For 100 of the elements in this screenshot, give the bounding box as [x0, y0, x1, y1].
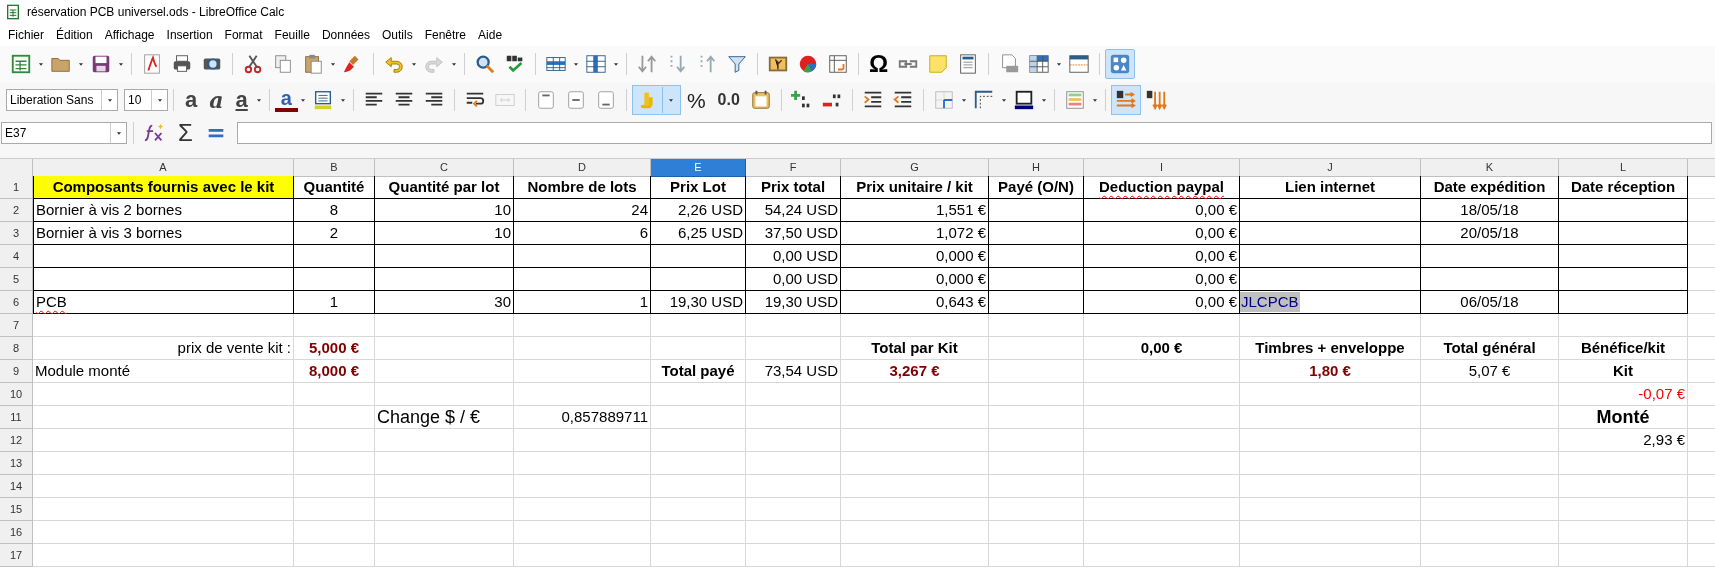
scissors-icon[interactable] [242, 53, 264, 75]
pivot-table-icon[interactable] [827, 53, 849, 75]
menu-item[interactable]: Aide [472, 24, 509, 46]
column-header[interactable]: G [841, 159, 989, 177]
insert-columns-icon[interactable] [585, 53, 607, 75]
sort-arrows-icon[interactable] [636, 53, 658, 75]
name-box[interactable]: E37 [1, 121, 127, 144]
percent-button[interactable]: % [680, 89, 712, 111]
table-cell: Prix total [746, 176, 841, 199]
table-cell: Change $ / € [375, 406, 514, 429]
row-header[interactable]: 1 [0, 176, 33, 199]
menu-item[interactable]: Format [218, 24, 269, 46]
row-header[interactable]: 7 [0, 314, 33, 337]
row-header[interactable]: 10 [0, 383, 33, 406]
pie-chart-icon[interactable] [797, 53, 819, 75]
spreadsheet-icon[interactable] [10, 53, 32, 75]
column-header[interactable]: L [1559, 159, 1688, 177]
table-cell: 2,93 € [1559, 429, 1688, 452]
row-header[interactable]: 6 [0, 291, 33, 314]
table-cell: 0,00 USD [746, 245, 841, 268]
text-flow-button[interactable] [1110, 85, 1141, 115]
freeze-grid-icon[interactable] [1028, 53, 1051, 75]
table-cell: Prix unitaire / kit [841, 176, 989, 199]
row-header[interactable]: 13 [0, 452, 33, 475]
pdf-icon[interactable] [141, 53, 163, 75]
save-icon[interactable] [90, 53, 112, 75]
font-size-box[interactable]: 10 [124, 89, 168, 111]
column-header[interactable]: I [1084, 159, 1240, 177]
row-header[interactable]: 11 [0, 406, 33, 429]
row-header[interactable]: 5 [0, 268, 33, 291]
menu-item[interactable]: Feuille [268, 24, 316, 46]
column-header[interactable]: F [746, 159, 841, 177]
row-header[interactable]: 4 [0, 245, 33, 268]
column-header[interactable]: E [651, 159, 746, 177]
clipboard-icon[interactable] [302, 53, 324, 75]
row-header[interactable]: 3 [0, 222, 33, 245]
table-cell: Total par Kit [841, 337, 989, 360]
number-format-button[interactable]: 0.0 [711, 92, 746, 108]
row-header[interactable]: 8 [0, 337, 33, 360]
italic-button[interactable]: a [203, 89, 230, 111]
borders-icon[interactable] [932, 89, 955, 111]
table-cell: Date expédition [1421, 176, 1559, 199]
table-cell: 19,30 USD [651, 291, 746, 314]
split-window-icon[interactable] [1068, 53, 1091, 75]
table-cell: Quantité [294, 176, 375, 199]
table-cell: Total général [1421, 337, 1559, 360]
menu-item[interactable]: Données [315, 24, 376, 46]
menu-item[interactable]: Édition [50, 24, 99, 46]
table-cell: 0,643 € [841, 291, 989, 314]
row-header[interactable]: 17 [0, 544, 33, 567]
find-replace-icon[interactable] [474, 53, 496, 75]
table-cell: 8,000 € [294, 360, 375, 383]
row-header[interactable]: 2 [0, 199, 33, 222]
sort-order-icon[interactable] [1144, 89, 1167, 111]
table-cell: 5,000 € [294, 337, 375, 360]
calendar-icon[interactable] [749, 89, 772, 111]
column-header[interactable]: B [294, 159, 375, 177]
row-header[interactable]: 12 [0, 429, 33, 452]
border-style-icon[interactable] [972, 89, 995, 111]
copy-icon[interactable] [272, 53, 294, 75]
function-wizard-icon[interactable] [144, 121, 166, 144]
table-cell: prix de vente kit : [33, 337, 294, 360]
column-header[interactable]: K [1421, 159, 1559, 177]
font-name-box[interactable]: Liberation Sans [6, 89, 118, 111]
conditional-format-icon[interactable] [1063, 89, 1086, 111]
special-character-button[interactable]: Ω [864, 52, 894, 76]
menu-item[interactable]: Fenêtre [418, 24, 473, 46]
table-cell: 18/05/18 [1421, 199, 1559, 222]
sum-button[interactable]: Σ [176, 120, 195, 145]
font-color-button[interactable]: a [274, 88, 298, 112]
column-header[interactable]: C [375, 159, 514, 177]
table-cell: PCB [33, 291, 294, 314]
shapes-button[interactable] [1105, 49, 1136, 79]
row-header[interactable]: 15 [0, 498, 33, 521]
table-cell: 20/05/18 [1421, 222, 1559, 245]
table-cell: -0,07 € [1559, 383, 1688, 406]
column-header[interactable]: J [1240, 159, 1421, 177]
table-cell: 0,00 € [1084, 337, 1240, 360]
table-cell: Timbres + enveloppe [1240, 337, 1421, 360]
row-header[interactable]: 9 [0, 360, 33, 383]
underline-button[interactable]: a [229, 89, 254, 111]
table-cell: 10 [375, 222, 514, 245]
table-cell: 0,00 € [1084, 291, 1240, 314]
table-cell: 1,072 € [841, 222, 989, 245]
menu-item[interactable]: Outils [376, 24, 419, 46]
border-color-icon[interactable] [1012, 89, 1035, 111]
formula-input[interactable] [236, 121, 1712, 144]
table-cell: 6,25 USD [651, 222, 746, 245]
filter-icon[interactable] [726, 53, 748, 75]
menu-item[interactable]: Insertion [160, 24, 219, 46]
column-header[interactable]: H [989, 159, 1084, 177]
table-cell: 1,551 € [841, 199, 989, 222]
row-header[interactable]: 16 [0, 521, 33, 544]
menu-item[interactable]: Fichier [2, 24, 50, 46]
printer-icon[interactable] [171, 53, 193, 75]
row-header[interactable]: 14 [0, 475, 33, 498]
hyperlink[interactable]: JLCPCB [1240, 292, 1300, 312]
table-cell: 0,00 USD [746, 268, 841, 291]
bold-button[interactable]: a [179, 89, 204, 111]
menu-item[interactable]: Affichage [98, 24, 161, 46]
